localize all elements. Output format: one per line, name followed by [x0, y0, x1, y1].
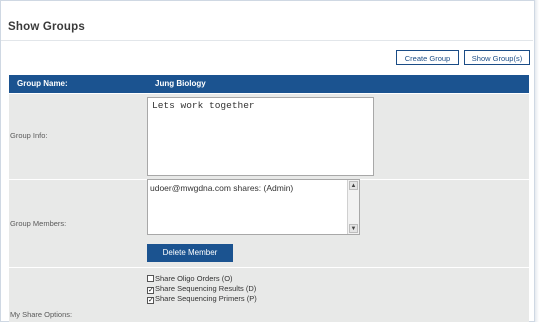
oligo-checkbox[interactable]	[147, 275, 154, 282]
seq-results-checkbox[interactable]: ✓	[147, 287, 154, 294]
group-members-listbox[interactable]: udoer@mwgdna.com shares: (Admin) ▲ ▼	[147, 179, 360, 235]
group-members-label: Group Members:	[10, 219, 67, 228]
group-name-header: Group Name: Jung Biology	[9, 75, 529, 93]
share-option-seq-results[interactable]: ✓Share Sequencing Results (D)	[147, 284, 256, 294]
member-item[interactable]: udoer@mwgdna.com shares: (Admin)	[150, 183, 293, 193]
listbox-scrollbar[interactable]: ▲ ▼	[347, 180, 359, 234]
create-group-button[interactable]: Create Group	[396, 50, 459, 65]
share-option-oligo[interactable]: Share Oligo Orders (O)	[147, 274, 233, 283]
page-title: Show Groups	[8, 21, 85, 33]
share-options-row	[9, 268, 529, 322]
seq-primers-checkbox[interactable]: ✓	[147, 297, 154, 304]
title-divider	[1, 40, 533, 41]
group-name-value: Jung Biology	[155, 79, 206, 88]
share-option-seq-primers[interactable]: ✓Share Sequencing Primers (P)	[147, 294, 257, 304]
delete-member-button[interactable]: Delete Member	[147, 244, 233, 262]
seq-primers-label: Share Sequencing Primers (P)	[155, 294, 257, 303]
oligo-label: Share Oligo Orders (O)	[155, 274, 233, 283]
scroll-up-icon[interactable]: ▲	[349, 181, 358, 190]
seq-results-label: Share Sequencing Results (D)	[155, 284, 257, 293]
group-info-textarea[interactable]: Lets work together	[147, 97, 374, 176]
show-groups-button[interactable]: Show Group(s)	[464, 50, 530, 65]
scroll-down-icon[interactable]: ▼	[349, 224, 358, 233]
group-name-label: Group Name:	[17, 79, 68, 88]
share-options-label: My Share Options:	[10, 310, 73, 319]
group-info-label: Group Info:	[10, 131, 48, 140]
panel-shadow	[535, 0, 539, 322]
